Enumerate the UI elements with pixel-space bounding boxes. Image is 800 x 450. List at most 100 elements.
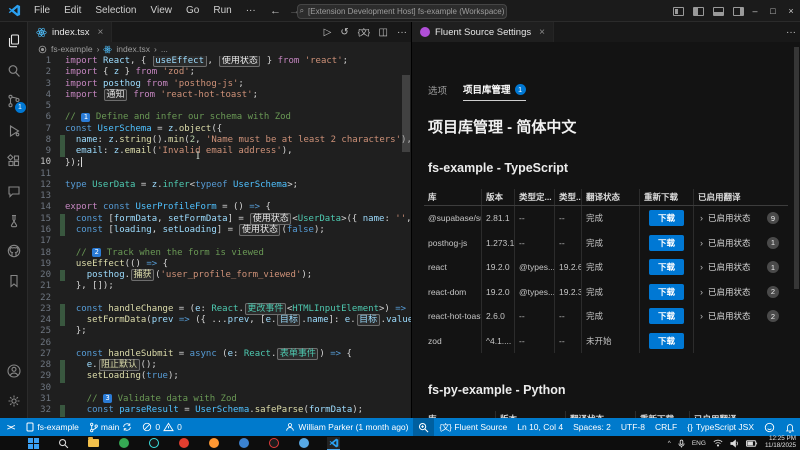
testing-icon[interactable] bbox=[0, 206, 28, 236]
fluent-source-icon[interactable]: {文} bbox=[358, 27, 370, 38]
github-icon[interactable] bbox=[0, 236, 28, 266]
git-blame-item[interactable]: William Parker (1 month ago) bbox=[280, 418, 413, 436]
settings-gear-icon[interactable] bbox=[0, 386, 28, 416]
breadcrumb-more[interactable]: ... bbox=[161, 44, 168, 54]
editor-scrollbar[interactable] bbox=[402, 75, 410, 152]
run-file-icon[interactable]: ▷ bbox=[324, 27, 332, 38]
code-line: 32 const parseResult = UserSchema.safePa… bbox=[28, 405, 411, 417]
branch-item[interactable]: main bbox=[84, 418, 137, 436]
code-line: 6// 1 Define and infer our schema with Z… bbox=[28, 112, 411, 123]
file-explorer-icon[interactable] bbox=[87, 437, 100, 450]
speaker-icon[interactable] bbox=[730, 438, 739, 448]
panel-scrollbar[interactable] bbox=[794, 47, 799, 289]
close-window-button[interactable]: × bbox=[782, 0, 800, 22]
download-button[interactable]: 下载 bbox=[648, 210, 684, 227]
taskbar-app-icon-6[interactable] bbox=[267, 437, 280, 450]
editor-group-panel: Fluent Source Settings × ··· 选项 项目库管理 1 … bbox=[411, 22, 800, 418]
enabled-translations-expander[interactable]: › 已启用状态 2 bbox=[694, 280, 788, 305]
indentation-item[interactable]: Spaces: 2 bbox=[568, 418, 616, 436]
enabled-translations-expander[interactable]: › 已启用状态 1 bbox=[694, 231, 788, 256]
line-number: 8 bbox=[45, 134, 51, 145]
download-button[interactable]: 下载 bbox=[648, 308, 684, 325]
toggle-secondary-sidebar-icon[interactable] bbox=[733, 6, 744, 16]
microphone-icon[interactable] bbox=[678, 439, 685, 448]
section-title: fs-example - TypeScript bbox=[428, 161, 569, 175]
more-actions-icon[interactable]: ··· bbox=[786, 27, 796, 38]
window-icon bbox=[26, 422, 34, 432]
column-header: 已启用翻译 bbox=[698, 192, 741, 202]
language-mode-item[interactable]: {} TypeScript JSX bbox=[682, 418, 759, 436]
start-button-icon[interactable] bbox=[27, 437, 40, 450]
tab-library-management[interactable]: 项目库管理 1 bbox=[463, 82, 526, 101]
taskbar-app-icon-7[interactable] bbox=[297, 437, 310, 450]
activity-bar: 1 bbox=[0, 22, 28, 418]
back-icon[interactable]: ← bbox=[270, 5, 281, 17]
extensions-icon[interactable] bbox=[0, 146, 28, 176]
more-actions-icon[interactable]: ··· bbox=[397, 27, 407, 38]
toggle-sidebar-icon[interactable] bbox=[693, 6, 704, 16]
menu-run[interactable]: Run bbox=[206, 5, 238, 16]
menu-edit[interactable]: Edit bbox=[57, 5, 88, 16]
taskbar-app-icon-5[interactable] bbox=[237, 437, 250, 450]
search-icon[interactable] bbox=[0, 56, 28, 86]
notifications-item[interactable] bbox=[780, 418, 800, 436]
fluent-source-status-item[interactable]: {文} Fluent Source bbox=[434, 418, 512, 436]
taskbar-vscode-icon[interactable] bbox=[327, 436, 340, 450]
breadcrumb-file[interactable]: index.tsx bbox=[116, 44, 150, 54]
breadcrumb-root[interactable]: fs-example bbox=[51, 44, 93, 54]
taskbar-app-icon-4[interactable] bbox=[207, 437, 220, 450]
menu-file[interactable]: File bbox=[27, 5, 57, 16]
taskbar-app-icon-3[interactable] bbox=[177, 437, 190, 450]
cursor-position-item[interactable]: Ln 10, Col 4 bbox=[512, 418, 568, 436]
enabled-translations-expander[interactable]: › 已启用状态 1 bbox=[694, 255, 788, 280]
menu-more-icon[interactable]: ··· bbox=[239, 5, 263, 16]
close-tab-icon[interactable]: × bbox=[539, 27, 545, 38]
enabled-translations-expander[interactable]: › 已启用状态 9 bbox=[694, 206, 788, 231]
split-editor-icon[interactable]: ◫ bbox=[379, 27, 388, 38]
tab-options[interactable]: 选项 bbox=[428, 82, 447, 101]
toggle-panel-icon[interactable] bbox=[713, 6, 724, 16]
enabled-translations-expander[interactable]: › 已启用状态 2 bbox=[694, 304, 788, 329]
problems-item[interactable]: 0 0 bbox=[137, 418, 186, 436]
download-button[interactable]: 下载 bbox=[648, 332, 684, 349]
menu-selection[interactable]: Selection bbox=[88, 5, 143, 16]
tab-index-tsx[interactable]: index.tsx × bbox=[28, 22, 113, 42]
taskbar-app-icon-2[interactable] bbox=[147, 437, 160, 450]
remote-indicator[interactable]: >< bbox=[0, 418, 21, 436]
explorer-icon[interactable] bbox=[0, 26, 28, 56]
download-button[interactable]: 下载 bbox=[648, 259, 684, 276]
download-button[interactable]: 下载 bbox=[648, 283, 684, 300]
clock[interactable]: 12:25 PM 11/18/2025 bbox=[765, 435, 796, 450]
taskbar-search-icon[interactable] bbox=[57, 437, 70, 450]
encoding-item[interactable]: UTF-8 bbox=[616, 418, 650, 436]
tray-chevron-icon[interactable]: ^ bbox=[668, 440, 671, 447]
minimize-button[interactable]: – bbox=[746, 0, 764, 22]
code-line: 30 bbox=[28, 383, 411, 394]
run-debug-icon[interactable] bbox=[0, 116, 28, 146]
code-area[interactable]: 1 import React, { useEffect, 使用状态 } from … bbox=[28, 56, 411, 418]
feedback-item[interactable] bbox=[759, 418, 780, 436]
command-center[interactable]: ⌕ [Extension Development Host] fs-exampl… bbox=[297, 3, 507, 19]
input-language-indicator[interactable]: ENG bbox=[692, 440, 706, 447]
taskbar-app-icon-1[interactable] bbox=[117, 437, 130, 450]
account-icon[interactable] bbox=[0, 356, 28, 386]
eol-item[interactable]: CRLF bbox=[650, 418, 682, 436]
source-control-icon[interactable]: 1 bbox=[0, 86, 28, 116]
history-icon[interactable]: ↺ bbox=[340, 27, 348, 38]
tab-fluent-source-settings[interactable]: Fluent Source Settings × bbox=[412, 22, 554, 42]
close-tab-icon[interactable]: × bbox=[98, 27, 104, 38]
menu-go[interactable]: Go bbox=[179, 5, 206, 16]
code-line: 2 import { z } from 'zod'; bbox=[28, 67, 411, 78]
chat-icon[interactable] bbox=[0, 176, 28, 206]
bookmarks-icon[interactable] bbox=[0, 266, 28, 296]
wifi-icon[interactable] bbox=[713, 439, 723, 447]
breadcrumb[interactable]: fs-example › index.tsx › ... bbox=[28, 42, 411, 56]
cell: -- bbox=[515, 304, 555, 329]
zoom-status-item[interactable] bbox=[413, 418, 435, 436]
battery-icon[interactable] bbox=[745, 439, 758, 447]
maximize-button[interactable]: □ bbox=[764, 0, 782, 22]
download-button[interactable]: 下载 bbox=[648, 234, 684, 251]
workspace-item[interactable]: fs-example bbox=[21, 418, 84, 436]
menu-view[interactable]: View bbox=[144, 5, 180, 16]
customize-layout-icon[interactable] bbox=[673, 6, 684, 16]
